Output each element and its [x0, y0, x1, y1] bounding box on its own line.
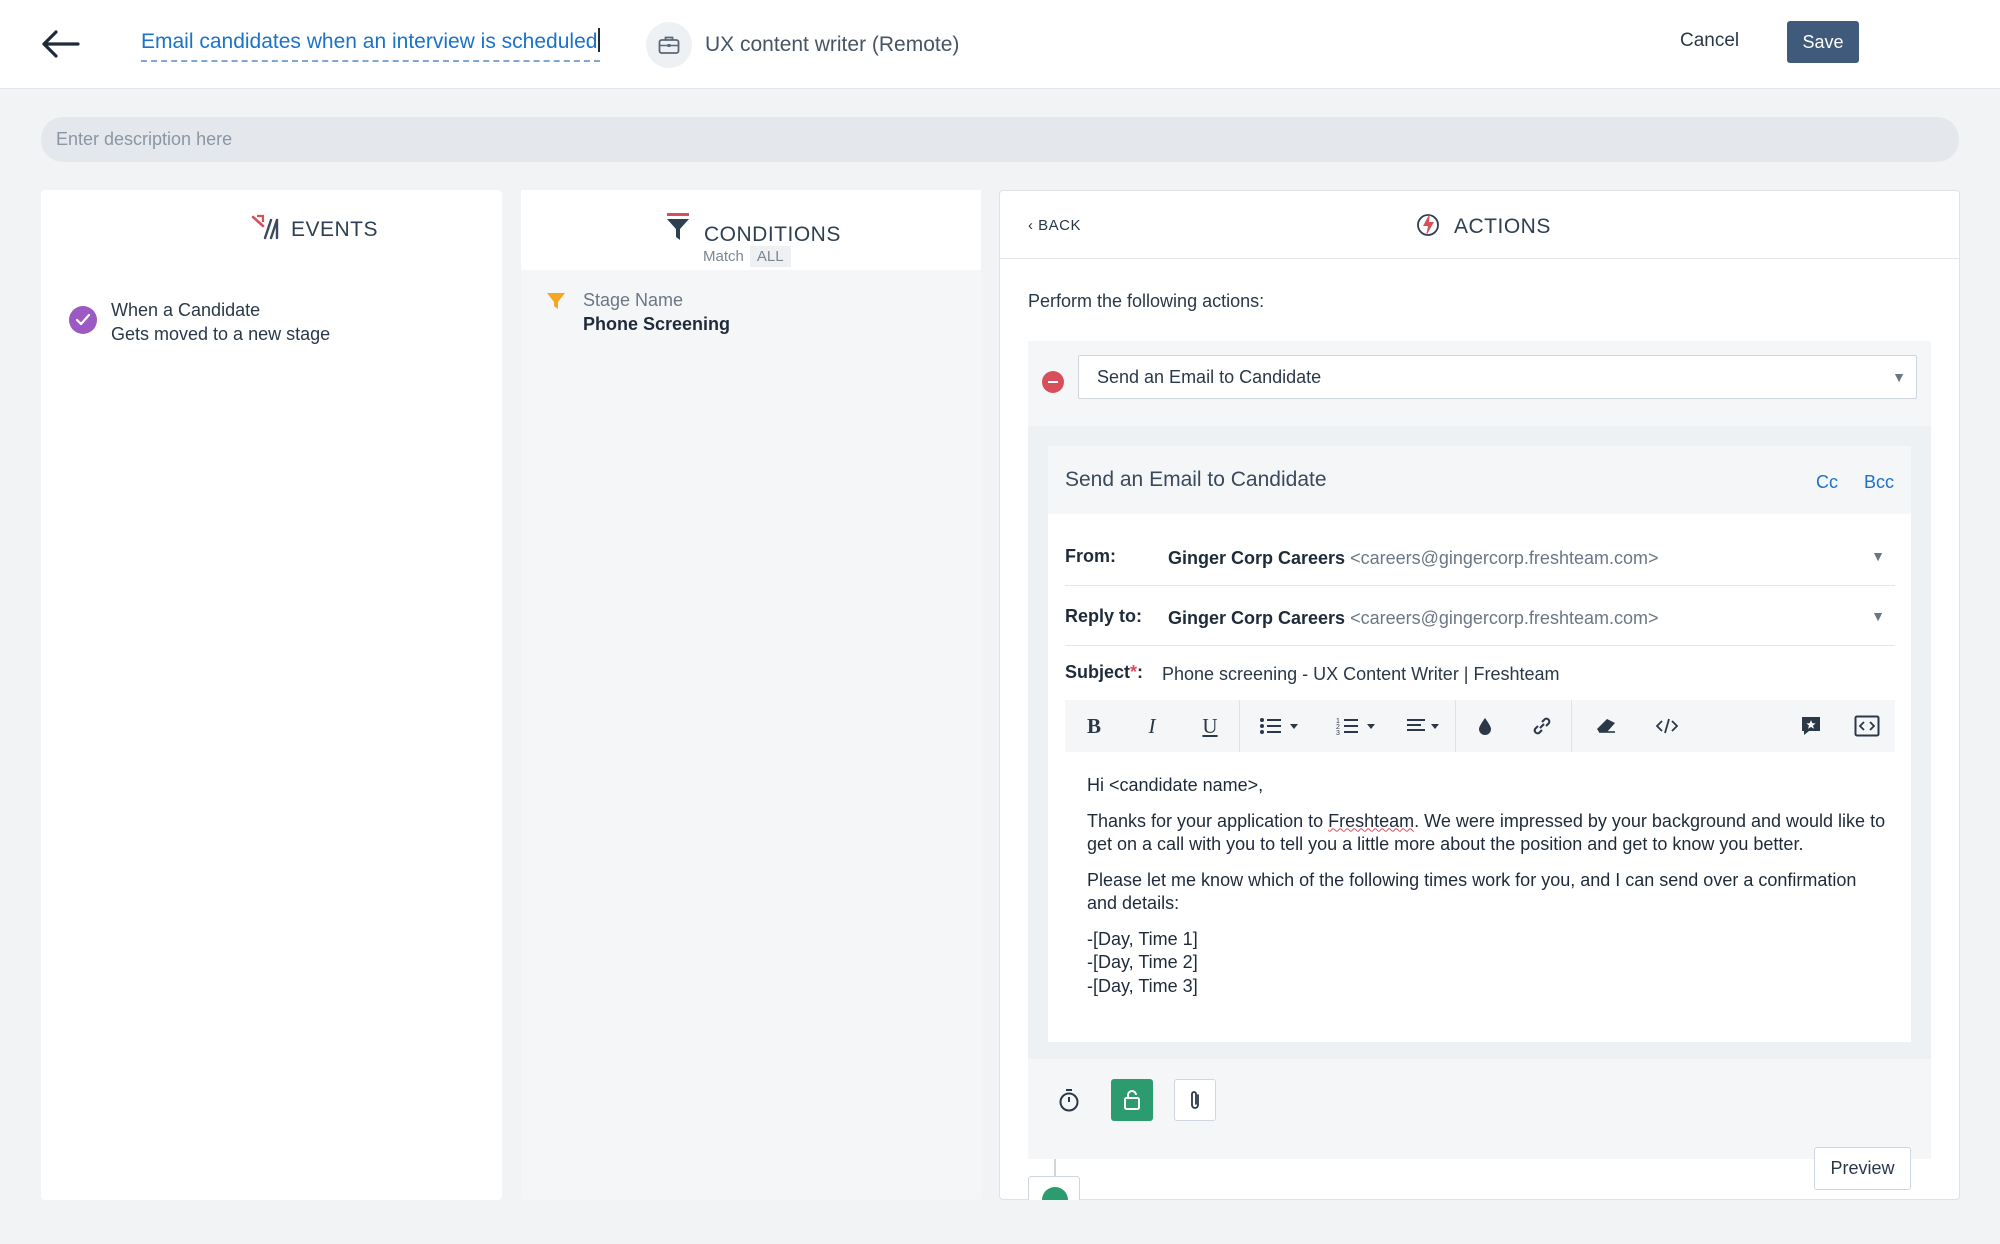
add-action-button[interactable] [1028, 1176, 1080, 1200]
condition-value: Phone Screening [583, 314, 731, 334]
reply-to-label: Reply to: [1065, 606, 1143, 626]
job-name: UX content writer (Remote) [705, 33, 960, 56]
bold-button[interactable]: B [1065, 700, 1123, 752]
subject-input[interactable]: Phone screening - UX Content Writer | Fr… [1162, 664, 1560, 685]
subject-row: Subject*: Phone screening - UX Content W… [1065, 654, 1895, 694]
bullet-list-icon[interactable] [1239, 700, 1317, 752]
placeholder-star-icon[interactable] [1783, 700, 1839, 752]
time-option: -[Day, Time 1] [1087, 928, 1198, 949]
action-options-bar [1028, 1059, 1931, 1159]
email-card-title: Send an Email to Candidate [1065, 468, 1327, 491]
caret-down-icon: ▼ [1892, 369, 1906, 385]
action-row: Send an Email to Candidate ▼ [1028, 341, 1931, 426]
action-type-value: Send an Email to Candidate [1097, 367, 1322, 387]
eraser-icon[interactable] [1571, 700, 1639, 752]
editor-toolbar: B I U 1 2 3 [1065, 700, 1895, 752]
actions-header-area: ‹ BACK ACTIONS [1000, 191, 1959, 259]
text-color-icon[interactable] [1455, 700, 1513, 752]
match-selector[interactable]: Match ALL [703, 246, 791, 267]
actions-panel: ‹ BACK ACTIONS Perform the following act… [999, 190, 1960, 1200]
underline-button[interactable]: U [1181, 700, 1239, 752]
actions-header: ACTIONS [1416, 211, 1551, 242]
align-icon[interactable] [1395, 700, 1455, 752]
lightning-icon [1416, 211, 1440, 242]
from-label: From: [1065, 546, 1116, 566]
bcc-link[interactable]: Bcc [1864, 472, 1894, 493]
link-icon[interactable] [1513, 700, 1571, 752]
top-header: Email candidates when an interview is sc… [0, 0, 2000, 89]
match-label: Match [703, 248, 744, 265]
code-icon[interactable] [1639, 700, 1695, 752]
attachment-icon[interactable] [1174, 1079, 1216, 1121]
rule-title-input[interactable]: Email candidates when an interview is sc… [141, 28, 601, 62]
lock-icon[interactable] [1111, 1079, 1153, 1121]
events-panel: EVENTS When a Candidate Gets moved to a … [41, 190, 502, 1200]
description-input[interactable]: Enter description here [41, 117, 1959, 162]
email-card-header: Send an Email to Candidate Cc Bcc [1048, 446, 1911, 514]
italic-button[interactable]: I [1123, 700, 1181, 752]
conditions-panel: CONDITIONS Match ALL Stage Name Phone Sc… [521, 190, 981, 1200]
reply-to-row[interactable]: Reply to: Ginger Corp Careers <careers@g… [1065, 588, 1895, 646]
caret-down-icon[interactable]: ▼ [1871, 548, 1885, 564]
numbered-list-icon[interactable]: 1 2 3 [1317, 700, 1395, 752]
svg-text:3: 3 [1336, 730, 1340, 736]
cc-link[interactable]: Cc [1816, 472, 1838, 493]
perform-text: Perform the following actions: [1028, 291, 1265, 311]
remove-action-icon[interactable] [1042, 371, 1064, 393]
text-cursor [598, 28, 601, 52]
from-row[interactable]: From: Ginger Corp Careers <careers@ginge… [1065, 528, 1895, 586]
conditions-title: CONDITIONS [704, 222, 841, 246]
condition-funnel-icon [547, 288, 565, 336]
email-card: Send an Email to Candidate Cc Bcc From: … [1048, 446, 1911, 1042]
time-option: -[Day, Time 3] [1087, 975, 1198, 996]
conditions-header: CONDITIONS [666, 212, 841, 247]
from-select[interactable]: Ginger Corp Careers <careers@gingercorp.… [1168, 548, 1659, 569]
subject-label: Subject*: [1065, 662, 1144, 682]
event-trigger: When a Candidate [111, 300, 261, 320]
body-paragraph-2: Please let me know which of the followin… [1087, 869, 1857, 914]
condition-item[interactable]: Stage Name Phone Screening [547, 288, 730, 336]
plus-icon [1042, 1187, 1068, 1200]
back-arrow-icon[interactable] [38, 24, 84, 64]
preview-button[interactable]: Preview [1814, 1147, 1911, 1190]
events-title: EVENTS [291, 217, 379, 241]
funnel-icon [666, 212, 690, 247]
chevron-left-icon: ‹ [1028, 217, 1034, 234]
reply-to-select[interactable]: Ginger Corp Careers <careers@gingercorp.… [1168, 608, 1659, 629]
events-icon [251, 214, 281, 245]
connector-line [1054, 1159, 1056, 1177]
condition-label: Stage Name [583, 290, 684, 310]
caret-down-icon[interactable]: ▼ [1871, 608, 1885, 624]
match-value[interactable]: ALL [749, 246, 791, 267]
event-item[interactable]: When a Candidate Gets moved to a new sta… [69, 298, 330, 346]
time-option: -[Day, Time 2] [1087, 952, 1198, 972]
events-header: EVENTS [251, 214, 378, 245]
back-link[interactable]: ‹ BACK [1028, 217, 1081, 234]
cancel-button[interactable]: Cancel [1680, 30, 1739, 52]
source-code-icon[interactable] [1839, 700, 1895, 752]
email-body-editor[interactable]: Hi <candidate name>, Thanks for your app… [1087, 774, 1887, 998]
timer-icon[interactable] [1048, 1079, 1090, 1121]
back-label: BACK [1038, 217, 1082, 234]
event-condition: Gets moved to a new stage [111, 324, 331, 344]
actions-title: ACTIONS [1454, 214, 1551, 238]
briefcase-icon [646, 22, 692, 68]
check-icon [69, 306, 97, 334]
body-paragraph-1: Thanks for your application to Freshteam… [1087, 810, 1886, 855]
action-type-select[interactable]: Send an Email to Candidate ▼ [1078, 355, 1917, 399]
greeting-line: Hi <candidate name>, [1087, 775, 1264, 795]
action-container: Send an Email to Candidate ▼ Send an Ema… [1028, 341, 1931, 1159]
save-button[interactable]: Save [1787, 21, 1859, 63]
